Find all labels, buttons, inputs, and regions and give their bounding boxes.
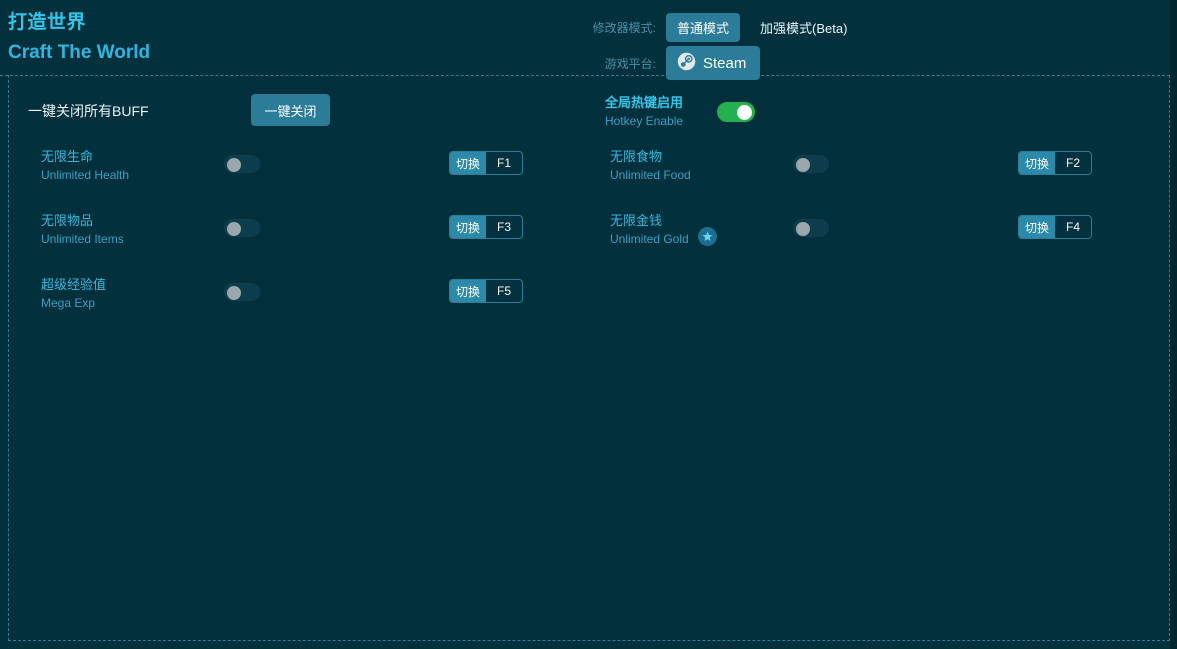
cheat-row: 无限物品 Unlimited Items 切换 F3 [9, 199, 1169, 263]
cheat-label-en: Unlimited Gold [610, 230, 689, 248]
hotkey-enable-label-en: Hotkey Enable [605, 112, 717, 130]
hotkey-key-label: F4 [1055, 216, 1091, 238]
cheat-label-cn: 超级经验值 [41, 275, 106, 294]
hotkey-badge[interactable]: 切换 F1 [449, 151, 523, 175]
cheat-item-unlimited-items: 无限物品 Unlimited Items 切换 F3 [28, 199, 586, 263]
game-title-en: Craft The World [8, 40, 150, 66]
modifier-mode-label: 修改器模式: [586, 19, 666, 36]
cheat-item-unlimited-health: 无限生命 Unlimited Health 切换 F1 [28, 135, 586, 199]
modifier-app: 打造世界 Craft The World 修改器模式: 普通模式 加强模式(Be… [0, 0, 1177, 649]
hotkey-action-label: 切换 [1019, 152, 1055, 174]
hotkey-action-label: 切换 [450, 216, 486, 238]
cheat-toggle-wrap [793, 155, 829, 178]
cheat-label-cn: 无限金钱 [610, 211, 689, 230]
cheat-name-text: 无限物品 Unlimited Items [41, 211, 124, 248]
cheat-name-text: 无限食物 Unlimited Food [610, 147, 691, 184]
cheat-name-block: 无限金钱 Unlimited Gold [610, 211, 717, 248]
cheat-item-unlimited-gold: 无限金钱 Unlimited Gold 切换 [597, 199, 1155, 263]
cheat-toggle-wrap [793, 219, 829, 242]
cheat-toggle-wrap [224, 219, 260, 242]
cheat-name-text: 无限生命 Unlimited Health [41, 147, 129, 184]
app-header: 打造世界 Craft The World 修改器模式: 普通模式 加强模式(Be… [0, 0, 1170, 76]
cheat-name-text: 超级经验值 Mega Exp [41, 275, 106, 312]
game-title-cn: 打造世界 [8, 10, 150, 36]
cheat-label-en: Unlimited Health [41, 166, 129, 184]
game-platform-label: 游戏平台: [586, 55, 666, 72]
window-edge-strip [1170, 0, 1177, 649]
toggle-knob [737, 105, 752, 120]
cheat-row: 超级经验值 Mega Exp 切换 F5 [9, 263, 1169, 327]
hotkey-badge[interactable]: 切换 F5 [449, 279, 523, 303]
hotkey-action-label: 切换 [450, 280, 486, 302]
cheat-grid: 无限生命 Unlimited Health 切换 F1 [9, 135, 1169, 327]
toggle-knob [227, 158, 241, 172]
cheat-item-unlimited-food: 无限食物 Unlimited Food 切换 F2 [597, 135, 1155, 199]
hotkey-action-label: 切换 [1019, 216, 1055, 238]
cheat-name-block: 无限食物 Unlimited Food [610, 147, 691, 184]
cheat-toggle[interactable] [224, 283, 260, 301]
steam-icon [677, 52, 696, 74]
cheats-panel: 一键关闭所有BUFF 一键关闭 全局热键启用 Hotkey Enable 无限 [8, 75, 1170, 641]
cheat-toggle[interactable] [224, 155, 260, 173]
panel-top-row: 一键关闭所有BUFF 一键关闭 全局热键启用 Hotkey Enable [9, 75, 1169, 135]
cheat-toggle[interactable] [793, 219, 829, 237]
toggle-knob [796, 222, 810, 236]
toggle-knob [227, 222, 241, 236]
hotkey-badge[interactable]: 切换 F2 [1018, 151, 1092, 175]
star-icon [698, 227, 717, 246]
hotkey-action-label: 切换 [450, 152, 486, 174]
cheat-label-en: Unlimited Food [610, 166, 691, 184]
cheat-label-en: Unlimited Items [41, 230, 124, 248]
toggle-knob [227, 286, 241, 300]
close-all-buffs-button[interactable]: 一键关闭 [251, 94, 330, 126]
cheat-row: 无限生命 Unlimited Health 切换 F1 [9, 135, 1169, 199]
cheat-name-block: 无限物品 Unlimited Items [41, 211, 124, 248]
game-title-block: 打造世界 Craft The World [8, 10, 150, 66]
mode-normal-button[interactable]: 普通模式 [666, 13, 740, 42]
header-controls: 修改器模式: 普通模式 加强模式(Beta) 游戏平台: [586, 10, 1146, 82]
cheat-toggle-wrap [224, 155, 260, 178]
modifier-mode-row: 修改器模式: 普通模式 加强模式(Beta) [586, 10, 1146, 44]
platform-name: Steam [703, 55, 746, 72]
hotkey-key-label: F5 [486, 280, 522, 302]
hotkey-enable-toggle[interactable] [717, 102, 755, 122]
mode-enhanced-button[interactable]: 加强模式(Beta) [749, 13, 858, 42]
hotkey-key-label: F1 [486, 152, 522, 174]
cheat-toggle[interactable] [793, 155, 829, 173]
cheat-name-block: 无限生命 Unlimited Health [41, 147, 129, 184]
cheat-name-text: 无限金钱 Unlimited Gold [610, 211, 689, 248]
cheat-label-cn: 无限食物 [610, 147, 691, 166]
cheat-label-cn: 无限物品 [41, 211, 124, 230]
cheat-label-en: Mega Exp [41, 294, 106, 312]
hotkey-key-label: F2 [1055, 152, 1091, 174]
hotkey-enable-label-cn: 全局热键启用 [605, 93, 717, 112]
hotkey-badge[interactable]: 切换 F3 [449, 215, 523, 239]
hotkey-enable-text: 全局热键启用 Hotkey Enable [605, 93, 717, 130]
cheat-item-mega-exp: 超级经验值 Mega Exp 切换 F5 [28, 263, 586, 327]
cheat-toggle-wrap [224, 283, 260, 306]
cheat-name-block: 超级经验值 Mega Exp [41, 275, 106, 312]
toggle-knob [796, 158, 810, 172]
cheat-label-cn: 无限生命 [41, 147, 129, 166]
close-all-buffs-label: 一键关闭所有BUFF [28, 101, 149, 121]
hotkey-key-label: F3 [486, 216, 522, 238]
hotkey-enable-block: 全局热键启用 Hotkey Enable [605, 93, 755, 130]
hotkey-badge[interactable]: 切换 F4 [1018, 215, 1092, 239]
cheat-toggle[interactable] [224, 219, 260, 237]
